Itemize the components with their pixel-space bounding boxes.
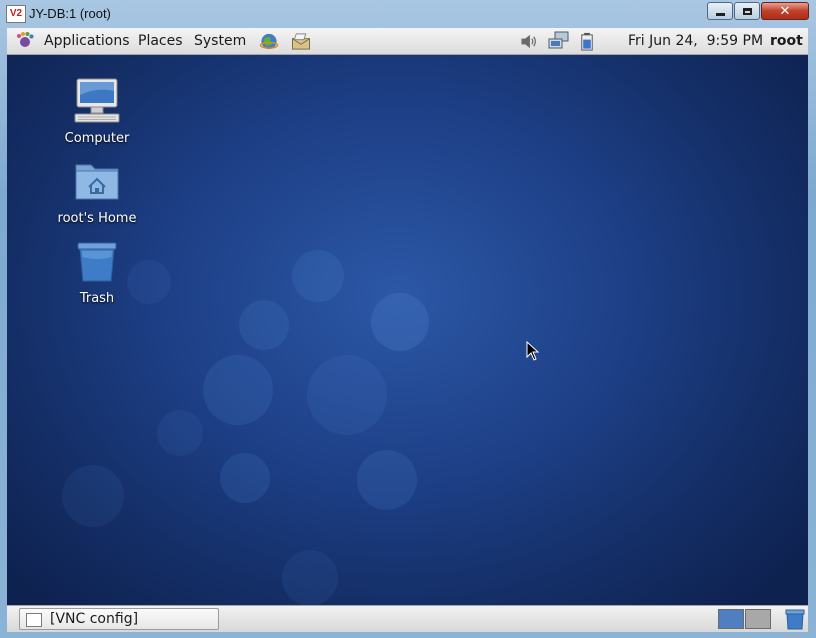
bokeh-light — [239, 300, 289, 350]
desktop-background[interactable]: Computer root's Home Trash — [7, 55, 808, 606]
bokeh-light — [203, 355, 273, 425]
taskbar-button-label: [VNC config] — [50, 611, 139, 627]
volume-icon[interactable] — [519, 33, 539, 50]
bottom-panel: [VNC config] — [7, 605, 808, 632]
web-browser-icon[interactable] — [259, 32, 279, 51]
window-title: JY-DB:1 (root) — [29, 6, 111, 21]
mail-client-icon[interactable] — [290, 32, 312, 51]
menu-system[interactable]: System — [194, 33, 246, 49]
bokeh-light — [282, 550, 338, 606]
desktop-icon-trash[interactable]: Trash — [47, 237, 147, 306]
mouse-pointer-icon — [526, 341, 540, 361]
foot-logo-icon[interactable] — [15, 31, 35, 51]
panel-trash-icon[interactable] — [785, 609, 805, 630]
menu-applications[interactable]: Applications — [44, 33, 130, 49]
maximize-button[interactable] — [734, 2, 760, 20]
clock[interactable]: Fri Jun 24, 9:59 PM — [628, 33, 763, 49]
bokeh-light — [220, 453, 270, 503]
computer-icon — [74, 78, 120, 123]
trash-icon — [77, 242, 117, 282]
window-titlebar[interactable]: V2 JY-DB:1 (root) ✕ — [0, 0, 816, 28]
bokeh-light — [62, 465, 124, 527]
remote-desktop-view[interactable]: Applications Places System Fri Jun 24, 9… — [7, 28, 808, 632]
maximize-icon — [742, 7, 752, 15]
desktop-icon-label: Trash — [79, 291, 115, 306]
top-panel: Applications Places System Fri Jun 24, 9… — [7, 28, 808, 55]
menu-places[interactable]: Places — [138, 33, 183, 49]
desktop-icon-label: root's Home — [57, 211, 137, 226]
bokeh-light — [307, 355, 387, 435]
workspace-2[interactable] — [745, 609, 771, 629]
window-icon — [26, 613, 42, 627]
battery-icon[interactable] — [580, 32, 594, 51]
bokeh-light — [371, 293, 429, 351]
desktop-icon-home[interactable]: root's Home — [47, 157, 147, 226]
network-icon[interactable] — [548, 31, 570, 51]
vnc-app-icon[interactable]: V2 — [6, 5, 26, 23]
minimize-button[interactable] — [707, 2, 733, 20]
bokeh-light — [357, 450, 417, 510]
minimize-icon — [715, 12, 725, 16]
desktop-icon-label: Computer — [64, 131, 130, 146]
desktop-icon-computer[interactable]: Computer — [47, 77, 147, 146]
close-icon: ✕ — [779, 3, 791, 19]
home-folder-icon — [75, 164, 119, 200]
workspace-1[interactable] — [718, 609, 744, 629]
taskbar-button-vnc-config[interactable]: [VNC config] — [19, 608, 219, 630]
vnc-window: V2 JY-DB:1 (root) ✕ Applications Places … — [0, 0, 816, 638]
bokeh-light — [292, 250, 344, 302]
user-menu[interactable]: root — [770, 33, 803, 49]
close-button[interactable]: ✕ — [761, 2, 809, 20]
bokeh-light — [157, 410, 203, 456]
